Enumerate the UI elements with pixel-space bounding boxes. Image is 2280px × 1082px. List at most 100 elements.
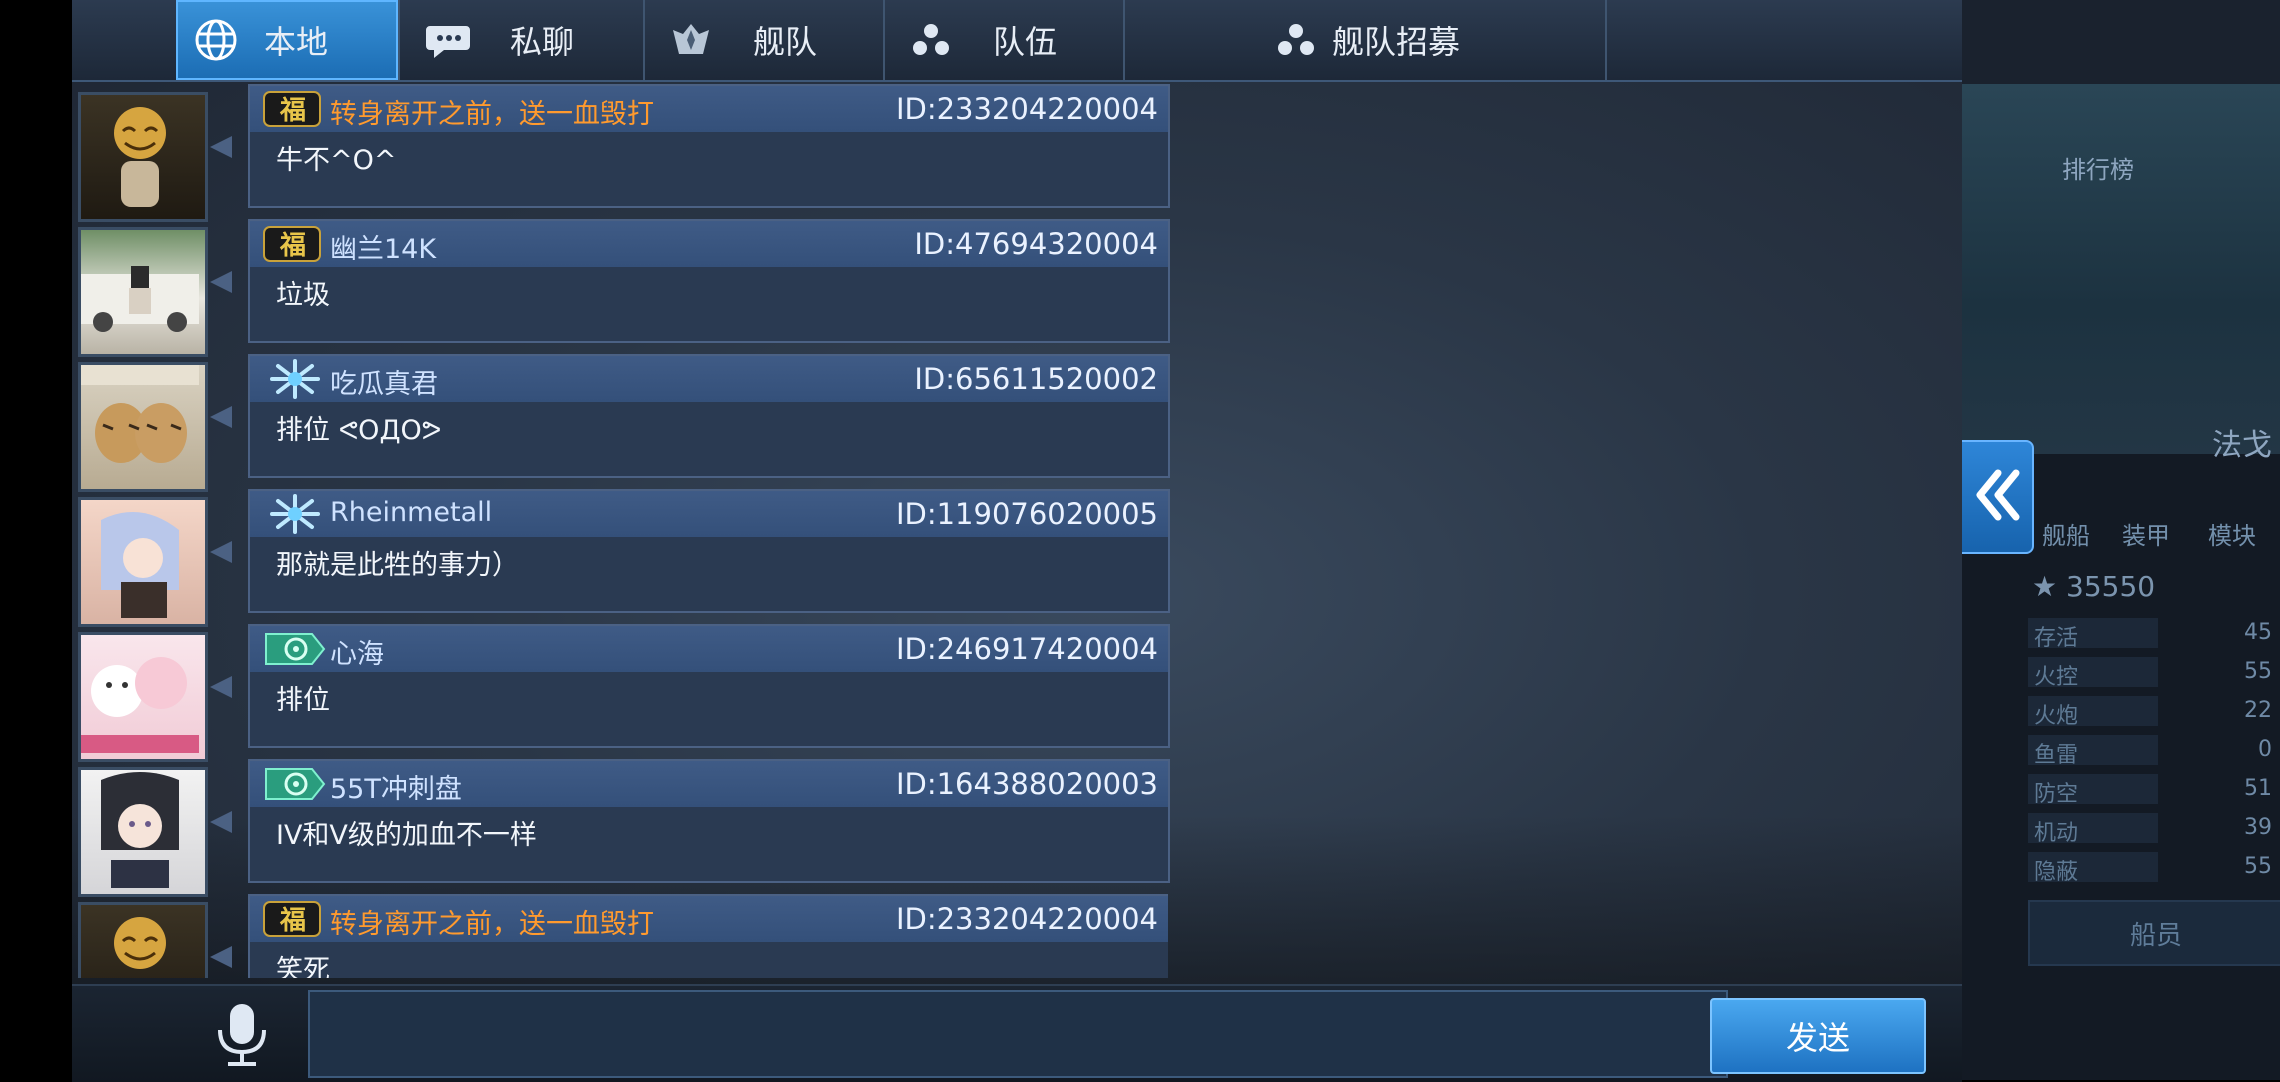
ship-score: ★ 35550: [2032, 570, 2155, 603]
chat-message: 福 幽兰14K ID:47694320004 垃圾: [78, 219, 1170, 357]
user-id: ID:164388020003: [895, 767, 1158, 801]
chat-input[interactable]: [308, 990, 1728, 1078]
username[interactable]: 转身离开之前，送一血毁打: [330, 92, 654, 131]
collapse-chat-button[interactable]: [1962, 440, 2034, 554]
user-id: ID:119076020005: [895, 497, 1158, 531]
ship-score-value: 35550: [2066, 570, 2156, 603]
jade-badge-icon: [262, 628, 326, 670]
svg-text:福: 福: [279, 96, 306, 126]
crew-button[interactable]: 船员: [2028, 900, 2280, 966]
team-dots-icon: [903, 12, 959, 68]
message-text: 牛不^O^: [276, 145, 397, 176]
bubble-pointer: [210, 676, 232, 698]
message-header: 55T冲刺盘 ID:164388020003: [250, 761, 1168, 807]
svg-text:福: 福: [279, 906, 306, 936]
message-bubble: 55T冲刺盘 ID:164388020003 IV和V级的加血不一样: [248, 759, 1170, 883]
avatar[interactable]: [78, 92, 208, 222]
ship-preview: [1962, 84, 2280, 454]
side-tab-armor[interactable]: 装甲: [2122, 516, 2170, 551]
user-id: ID:47694320004: [914, 227, 1158, 261]
message-text: 笑死: [276, 955, 330, 978]
username[interactable]: 55T冲刺盘: [330, 767, 462, 806]
message-header: 福 转身离开之前，送一血毁打 ID:233204220004: [250, 86, 1168, 132]
chat-message: Rheinmetall ID:119076020005 那就是此牲的事力）: [78, 489, 1170, 627]
message-text: 那就是此牲的事力）: [276, 550, 519, 581]
chat-bubble-icon: [420, 12, 476, 68]
message-bubble: 福 转身离开之前，送一血毁打 ID:233204220004 笑死: [248, 894, 1168, 978]
stat-label: 存活: [2034, 626, 2079, 651]
avatar[interactable]: [78, 767, 208, 897]
message-header: 福 幽兰14K ID:47694320004: [250, 221, 1168, 267]
microphone-icon[interactable]: [212, 1000, 272, 1070]
user-id: ID:233204220004: [895, 92, 1158, 126]
side-title: 法戈: [2212, 428, 2272, 463]
tab-private-chat-label: 私聊: [510, 23, 575, 61]
username[interactable]: 转身离开之前，送一血毁打: [330, 902, 654, 941]
stat-row: 火炮 22: [2028, 696, 2280, 729]
user-id: ID:65611520002: [914, 362, 1158, 396]
message-bubble: 心海 ID:246917420004 排位: [248, 624, 1170, 748]
chat-message: 福 转身离开之前，送一血毁打 ID:233204220004 牛不^O^: [78, 84, 1170, 222]
message-bubble: 吃瓜真君 ID:65611520002 排位 ᕙOДOᕗ: [248, 354, 1170, 478]
username[interactable]: 吃瓜真君: [330, 362, 438, 401]
chat-tab-bar: 本地 私聊 舰队 队伍 舰队招募: [72, 0, 1962, 82]
bubble-pointer: [210, 946, 232, 968]
avatar[interactable]: [78, 227, 208, 357]
stat-value: 39: [2244, 815, 2272, 840]
stat-row: 鱼雷 0: [2028, 735, 2280, 768]
username[interactable]: 幽兰14K: [330, 227, 436, 266]
avatar[interactable]: [78, 632, 208, 762]
tab-team[interactable]: 队伍: [883, 0, 1125, 80]
message-header: 吃瓜真君 ID:65611520002: [250, 356, 1168, 402]
side-tab-module[interactable]: 模块: [2208, 516, 2256, 551]
tab-local[interactable]: 本地: [176, 0, 400, 80]
avatar[interactable]: [78, 497, 208, 627]
stat-row: 隐蔽 55: [2028, 852, 2280, 885]
chat-message: 福 转身离开之前，送一血毁打 ID:233204220004 笑死: [78, 894, 1168, 978]
bubble-pointer: [210, 541, 232, 563]
stat-label: 火控: [2034, 665, 2079, 690]
send-button[interactable]: 发送: [1710, 998, 1926, 1074]
tab-fleet[interactable]: 舰队: [643, 0, 885, 80]
tab-fleet-recruit[interactable]: 舰队招募: [1123, 0, 1607, 80]
left-status-strip: [0, 0, 72, 1080]
username[interactable]: Rheinmetall: [330, 497, 492, 528]
tab-fleet-recruit-label: 舰队招募: [1331, 23, 1460, 61]
tab-team-label: 队伍: [993, 23, 1058, 61]
svg-text:福: 福: [279, 231, 306, 261]
bubble-pointer: [210, 811, 232, 833]
ice-badge-icon: [262, 358, 324, 400]
stat-value: 55: [2244, 854, 2272, 879]
team-dots-icon: [1268, 12, 1324, 68]
message-text: IV和V级的加血不一样: [276, 820, 537, 851]
stat-label: 隐蔽: [2034, 860, 2079, 885]
stat-row: 存活 45: [2028, 618, 2280, 651]
stat-value: 0: [2258, 737, 2272, 762]
stat-row: 防空 51: [2028, 774, 2280, 807]
message-text: 垃圾: [276, 280, 330, 311]
avatar[interactable]: [78, 902, 208, 978]
bubble-pointer: [210, 136, 232, 158]
bubble-pointer: [210, 406, 232, 428]
username[interactable]: 心海: [330, 632, 384, 671]
bubble-pointer: [210, 271, 232, 293]
side-tab-ship[interactable]: 舰船: [2042, 516, 2090, 551]
tab-local-label: 本地: [264, 23, 329, 61]
tab-private-chat[interactable]: 私聊: [398, 0, 645, 80]
star-icon: ★: [2032, 570, 2067, 603]
fu-badge-icon: 福: [262, 898, 324, 940]
rank-label[interactable]: 排行榜: [2062, 150, 2134, 185]
chat-message: 55T冲刺盘 ID:164388020003 IV和V级的加血不一样: [78, 759, 1170, 897]
message-bubble: 福 幽兰14K ID:47694320004 垃圾: [248, 219, 1170, 343]
message-text: 排位 ᕙOДOᕗ: [276, 415, 442, 446]
side-top-bar: [1962, 0, 2280, 84]
message-bubble: Rheinmetall ID:119076020005 那就是此牲的事力）: [248, 489, 1170, 613]
ice-badge-icon: [262, 493, 324, 535]
stat-value: 55: [2244, 659, 2272, 684]
chat-message: 心海 ID:246917420004 排位: [78, 624, 1170, 762]
tab-fleet-label: 舰队: [753, 23, 818, 61]
message-header: 心海 ID:246917420004: [250, 626, 1168, 672]
stat-value: 45: [2244, 620, 2272, 645]
avatar[interactable]: [78, 362, 208, 492]
message-bubble: 福 转身离开之前，送一血毁打 ID:233204220004 牛不^O^: [248, 84, 1170, 208]
